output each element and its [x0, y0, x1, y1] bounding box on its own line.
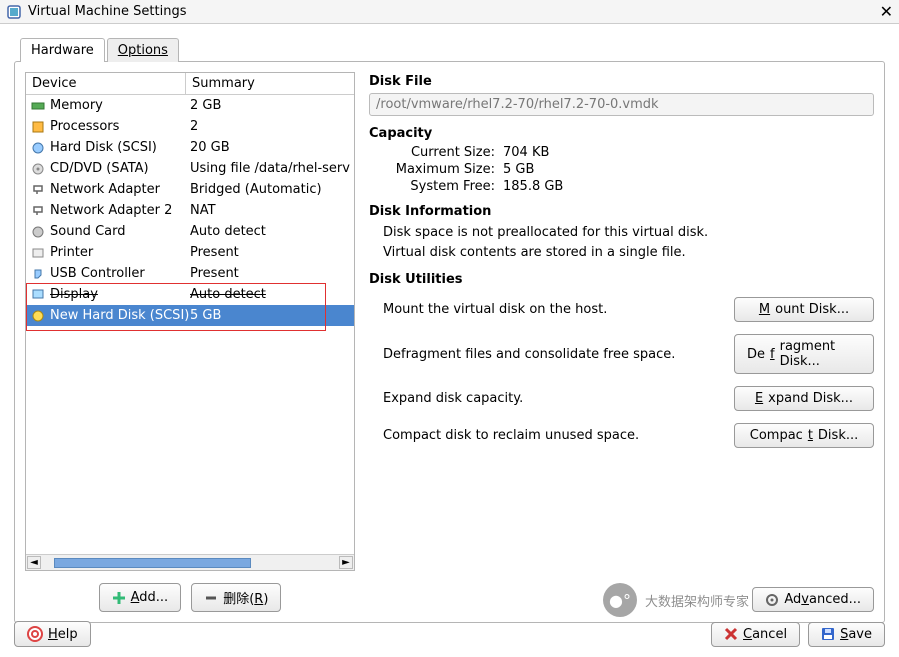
titlebar: Virtual Machine Settings ✕ [0, 0, 899, 24]
defragment-disk-button[interactable]: Defragment Disk... [734, 334, 874, 374]
device-name: USB Controller [50, 266, 190, 281]
table-row[interactable]: Network Adapter 2NAT [26, 200, 354, 221]
device-summary: Using file /data/rhel-serv [190, 161, 354, 176]
utilities-label: Disk Utilities [369, 272, 874, 287]
device-icon [30, 140, 46, 156]
plus-icon [112, 591, 126, 605]
table-row[interactable]: DisplayAuto detect [26, 284, 354, 305]
compact-desc: Compact disk to reclaim unused space. [383, 428, 734, 443]
device-table: Device Summary Memory2 GBProcessors2Hard… [25, 72, 355, 571]
column-device[interactable]: Device [26, 73, 186, 94]
defrag-desc: Defragment files and consolidate free sp… [383, 347, 734, 362]
device-name: CD/DVD (SATA) [50, 161, 190, 176]
help-icon [27, 626, 43, 642]
table-row[interactable]: Processors2 [26, 116, 354, 137]
horizontal-scrollbar[interactable]: ◄► [26, 554, 354, 570]
close-icon[interactable]: ✕ [880, 2, 893, 21]
system-free-value: 185.8 GB [503, 179, 583, 194]
save-icon [821, 627, 835, 641]
device-summary: Auto detect [190, 224, 354, 239]
tab-options[interactable]: Options [107, 38, 179, 62]
device-icon [30, 119, 46, 135]
current-size-value: 704 KB [503, 145, 583, 160]
device-summary: Present [190, 266, 354, 281]
table-row[interactable]: Network AdapterBridged (Automatic) [26, 179, 354, 200]
device-icon [30, 308, 46, 324]
device-name: Display [50, 287, 190, 302]
device-icon [30, 203, 46, 219]
device-name: Sound Card [50, 224, 190, 239]
device-icon [30, 287, 46, 303]
table-row[interactable]: PrinterPresent [26, 242, 354, 263]
device-name: New Hard Disk (SCSI) [50, 308, 190, 323]
device-icon [30, 245, 46, 261]
window-title: Virtual Machine Settings [28, 4, 186, 19]
diskinfo-label: Disk Information [369, 204, 874, 219]
cancel-icon [724, 627, 738, 641]
device-name: Memory [50, 98, 190, 113]
table-row[interactable]: New Hard Disk (SCSI)5 GB [26, 305, 354, 326]
device-summary: Present [190, 245, 354, 260]
table-row[interactable]: Hard Disk (SCSI)20 GB [26, 137, 354, 158]
device-name: Network Adapter 2 [50, 203, 190, 218]
column-summary[interactable]: Summary [186, 73, 354, 94]
tab-hardware[interactable]: Hardware [20, 38, 105, 62]
device-summary: 5 GB [190, 308, 354, 323]
diskinfo-line2: Virtual disk contents are stored in a si… [383, 243, 874, 263]
gear-icon [765, 593, 779, 607]
capacity-label: Capacity [369, 126, 874, 141]
expand-disk-button[interactable]: Expand Disk... [734, 386, 874, 411]
max-size-value: 5 GB [503, 162, 583, 177]
max-size-label: Maximum Size: [383, 162, 503, 177]
add-button[interactable]: AAdd...dd... [99, 583, 182, 612]
device-name: Network Adapter [50, 182, 190, 197]
device-summary: NAT [190, 203, 354, 218]
current-size-label: Current Size: [383, 145, 503, 160]
device-name: Printer [50, 245, 190, 260]
device-icon [30, 161, 46, 177]
device-name: Processors [50, 119, 190, 134]
compact-disk-button[interactable]: Compact Disk... [734, 423, 874, 448]
table-row[interactable]: CD/DVD (SATA)Using file /data/rhel-serv [26, 158, 354, 179]
device-summary: Bridged (Automatic) [190, 182, 354, 197]
cancel-button[interactable]: Cancel [711, 622, 800, 647]
remove-button[interactable]: 删除(R) [191, 583, 281, 612]
app-icon [6, 4, 22, 20]
device-summary: Auto detect [190, 287, 354, 302]
minus-icon [204, 591, 218, 605]
expand-desc: Expand disk capacity. [383, 391, 734, 406]
diskinfo-line1: Disk space is not preallocated for this … [383, 223, 874, 243]
table-row[interactable]: Sound CardAuto detect [26, 221, 354, 242]
device-icon [30, 98, 46, 114]
device-icon [30, 182, 46, 198]
device-summary: 2 [190, 119, 354, 134]
device-icon [30, 224, 46, 240]
table-row[interactable]: Memory2 GB [26, 95, 354, 116]
device-summary: 2 GB [190, 98, 354, 113]
mount-disk-button[interactable]: Mount Disk... [734, 297, 874, 322]
system-free-label: System Free: [383, 179, 503, 194]
help-button[interactable]: Help [14, 621, 91, 647]
save-button[interactable]: Save [808, 622, 885, 647]
device-summary: 20 GB [190, 140, 354, 155]
device-icon [30, 266, 46, 282]
device-name: Hard Disk (SCSI) [50, 140, 190, 155]
advanced-button[interactable]: Advanced... [752, 587, 874, 612]
table-row[interactable]: USB ControllerPresent [26, 263, 354, 284]
diskfile-input[interactable] [369, 93, 874, 116]
diskfile-label: Disk File [369, 74, 874, 89]
mount-desc: Mount the virtual disk on the host. [383, 302, 734, 317]
